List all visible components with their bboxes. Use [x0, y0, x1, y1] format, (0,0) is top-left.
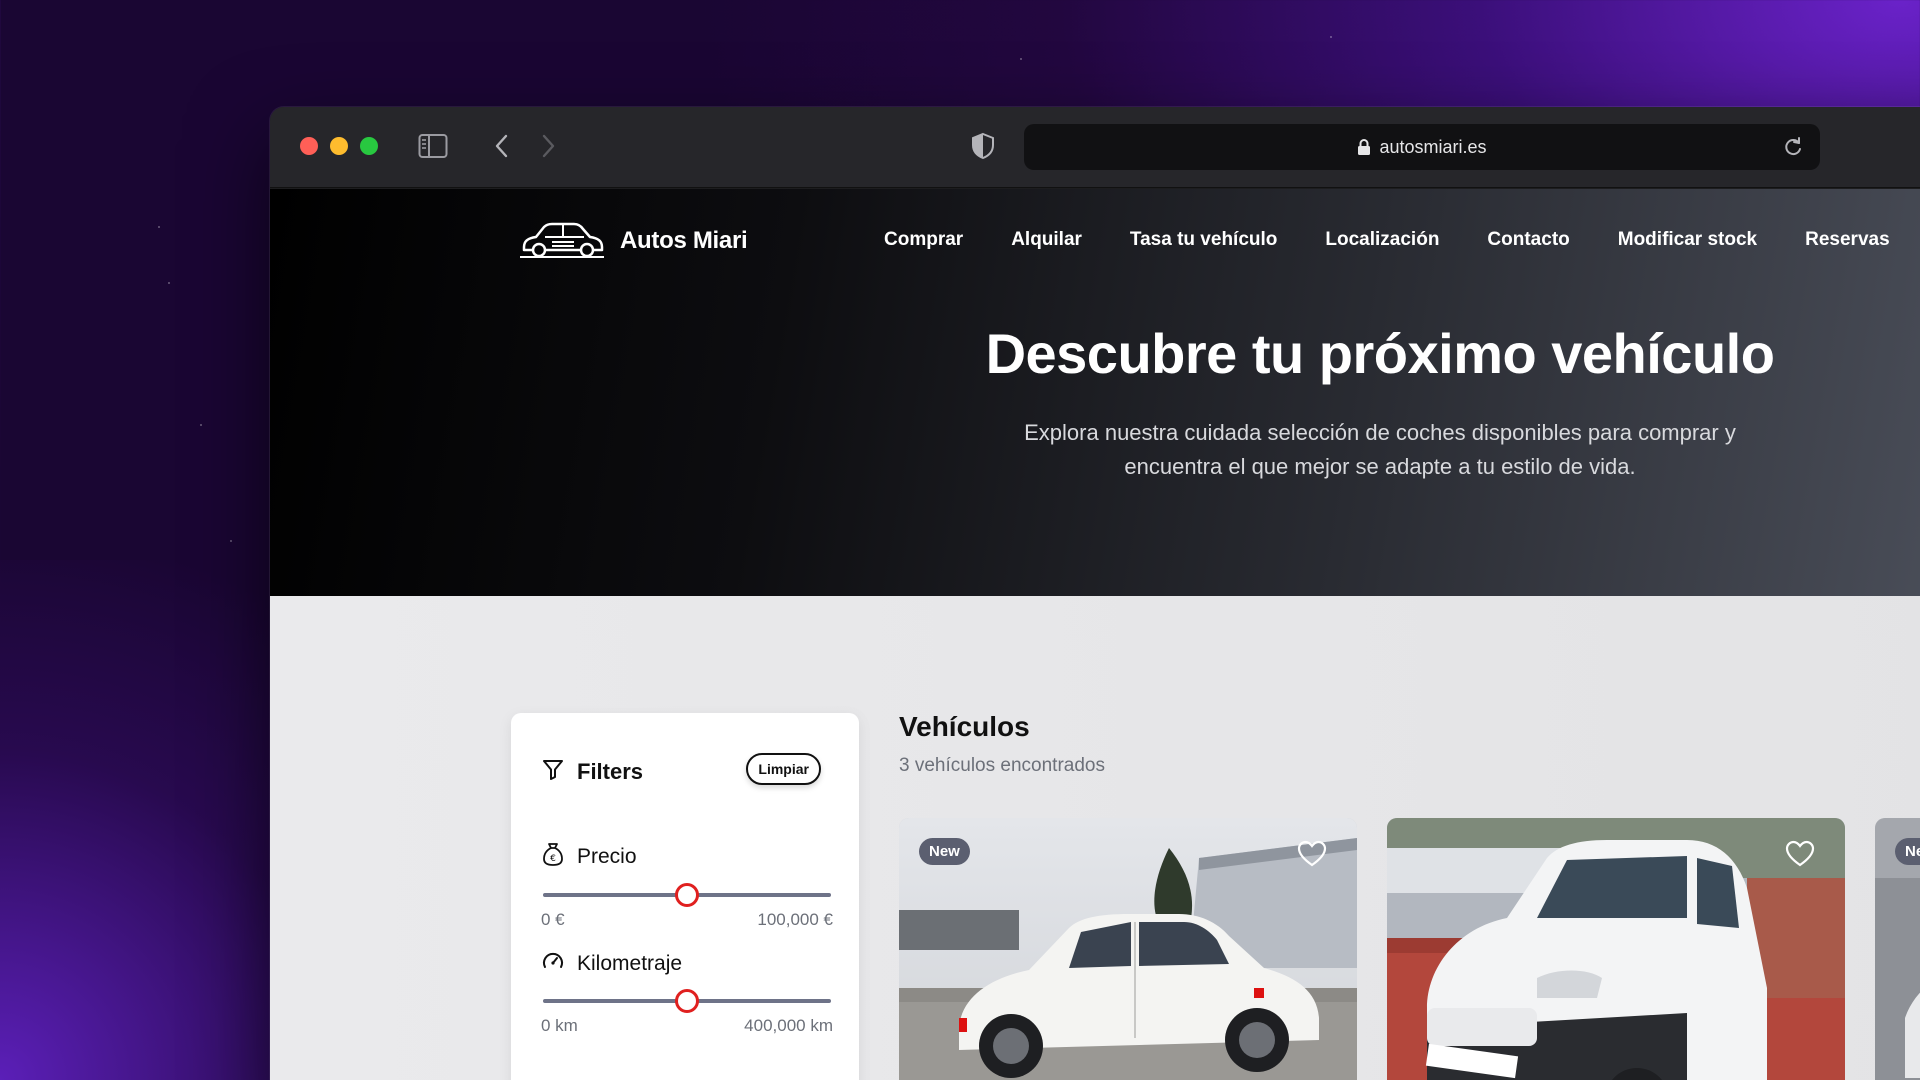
vehicles-count: 3 vehículos encontrados	[899, 755, 1105, 776]
forward-arrow-icon[interactable]	[538, 131, 558, 166]
vehicle-card[interactable]: Ne	[1875, 818, 1920, 1080]
favorite-heart-icon[interactable]	[1297, 840, 1327, 873]
price-label: Precio	[577, 844, 637, 868]
new-badge: Ne	[1895, 838, 1920, 865]
vehicle-photo	[1387, 818, 1845, 1080]
maximize-window-button[interactable]	[360, 137, 378, 155]
brand-logo[interactable]: Autos Miari	[518, 217, 748, 264]
star	[168, 282, 170, 284]
filters-title: Filters	[577, 758, 644, 784]
mileage-min-value: 0 km	[541, 1016, 578, 1035]
vehicles-header: Vehículos 3 vehículos encontrados	[899, 711, 1105, 777]
browser-window: autosmiari.es Autos Miari Comprar Alquil…	[270, 107, 1920, 1080]
main-content: Filters Limpiar € Precio 0 € 100,000 € K…	[270, 596, 1920, 1080]
filters-panel: Filters Limpiar € Precio 0 € 100,000 € K…	[511, 713, 859, 1080]
vehicle-card[interactable]	[1387, 818, 1845, 1080]
nav-reservas[interactable]: Reservas	[1805, 229, 1890, 251]
star	[200, 424, 202, 426]
back-arrow-icon[interactable]	[492, 131, 512, 166]
mileage-label: Kilometraje	[577, 951, 683, 975]
price-slider-thumb[interactable]	[675, 883, 699, 907]
price-filter: € Precio 0 € 100,000 €	[541, 841, 833, 930]
new-badge: New	[919, 838, 970, 865]
main-navigation: Comprar Alquilar Tasa tu vehículo Locali…	[884, 229, 1890, 251]
nav-tasa-tu-vehiculo[interactable]: Tasa tu vehículo	[1130, 229, 1277, 251]
brand-name: Autos Miari	[620, 226, 748, 254]
address-bar[interactable]: autosmiari.es	[1024, 124, 1820, 170]
sidebar-toggle-icon[interactable]	[418, 133, 448, 159]
svg-text:€: €	[550, 854, 556, 864]
hero-subtitle: Explora nuestra cuidada selección de coc…	[1024, 420, 1736, 479]
mileage-max-value: 400,000 km	[744, 1016, 833, 1035]
close-window-button[interactable]	[300, 137, 318, 155]
star	[230, 540, 232, 542]
window-controls	[300, 137, 378, 155]
website: Autos Miari Comprar Alquilar Tasa tu veh…	[270, 189, 1920, 1080]
funnel-icon	[541, 757, 565, 786]
mileage-slider-thumb[interactable]	[675, 989, 699, 1013]
nav-contacto[interactable]: Contacto	[1487, 229, 1569, 251]
mileage-slider[interactable]	[541, 988, 833, 1014]
vehicles-title: Vehículos	[899, 711, 1030, 742]
price-slider[interactable]	[541, 882, 833, 908]
url-text: autosmiari.es	[1379, 136, 1487, 157]
lock-icon	[1357, 138, 1371, 156]
mileage-filter: Kilometraje 0 km 400,000 km	[541, 949, 833, 1036]
nav-alquilar[interactable]: Alquilar	[1011, 229, 1082, 251]
price-min-value: 0 €	[541, 910, 565, 929]
star	[1330, 36, 1332, 38]
nav-localizacion[interactable]: Localización	[1325, 229, 1439, 251]
star	[158, 226, 160, 228]
clear-filters-button[interactable]: Limpiar	[746, 753, 821, 785]
filters-header: Filters	[541, 757, 643, 786]
privacy-shield-icon[interactable]	[970, 131, 996, 166]
browser-toolbar: autosmiari.es	[270, 107, 1920, 188]
favorite-heart-icon[interactable]	[1785, 840, 1815, 873]
minimize-window-button[interactable]	[330, 137, 348, 155]
car-logo-icon	[518, 217, 606, 264]
vehicle-card[interactable]: New	[899, 818, 1357, 1080]
reload-icon[interactable]	[1782, 136, 1804, 163]
hero-title: Descubre tu próximo vehículo	[985, 322, 1775, 385]
hero-section: Autos Miari Comprar Alquilar Tasa tu veh…	[270, 189, 1920, 596]
price-max-value: 100,000 €	[757, 910, 833, 929]
money-bag-icon: €	[541, 841, 565, 872]
speedometer-icon	[541, 949, 565, 978]
star	[1020, 58, 1022, 60]
nav-comprar[interactable]: Comprar	[884, 229, 963, 251]
nav-modificar-stock[interactable]: Modificar stock	[1618, 229, 1757, 251]
